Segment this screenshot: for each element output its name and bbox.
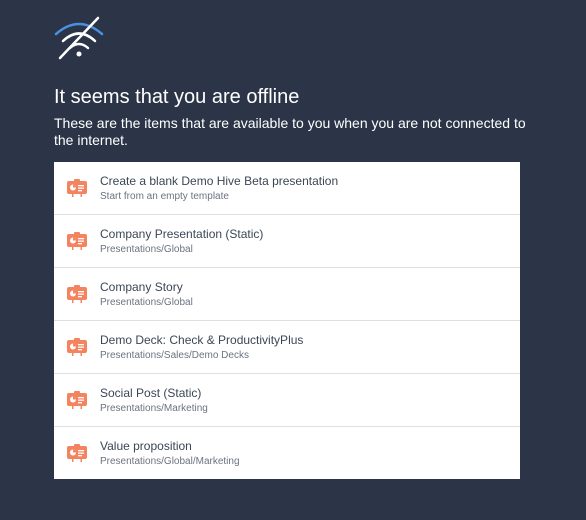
- item-path: Presentations/Global: [100, 297, 193, 308]
- item-title: Demo Deck: Check & ProductivityPlus: [100, 333, 304, 347]
- presentation-icon: [67, 285, 87, 303]
- list-item-social-post[interactable]: Social Post (Static) Presentations/Marke…: [54, 374, 520, 427]
- list-item-blank-presentation[interactable]: Create a blank Demo Hive Beta presentati…: [54, 162, 520, 215]
- presentation-icon: [67, 179, 87, 197]
- presentation-icon: [67, 391, 87, 409]
- item-title: Company Presentation (Static): [100, 227, 264, 241]
- presentation-icon: [67, 338, 87, 356]
- item-path: Presentations/Sales/Demo Decks: [100, 350, 249, 361]
- page-subtitle: These are the items that are available t…: [54, 115, 526, 148]
- page-title: It seems that you are offline: [54, 86, 300, 108]
- item-title: Social Post (Static): [100, 386, 202, 400]
- item-path: Presentations/Marketing: [100, 403, 208, 414]
- item-path: Presentations/Global: [100, 244, 193, 255]
- wifi-off-icon: [54, 16, 104, 60]
- item-path: Start from an empty template: [100, 191, 229, 202]
- list-item-company-presentation[interactable]: Company Presentation (Static) Presentati…: [54, 215, 520, 268]
- presentation-icon: [67, 232, 87, 250]
- item-title: Value proposition: [100, 439, 192, 453]
- offline-items-list: Create a blank Demo Hive Beta presentati…: [54, 162, 520, 479]
- item-title: Company Story: [100, 280, 183, 294]
- item-title: Create a blank Demo Hive Beta presentati…: [100, 174, 339, 188]
- item-path: Presentations/Global/Marketing: [100, 456, 240, 467]
- presentation-icon: [67, 444, 87, 462]
- list-item-demo-deck[interactable]: Demo Deck: Check & ProductivityPlus Pres…: [54, 321, 520, 374]
- list-item-company-story[interactable]: Company Story Presentations/Global: [54, 268, 520, 321]
- list-item-value-proposition[interactable]: Value proposition Presentations/Global/M…: [54, 427, 520, 479]
